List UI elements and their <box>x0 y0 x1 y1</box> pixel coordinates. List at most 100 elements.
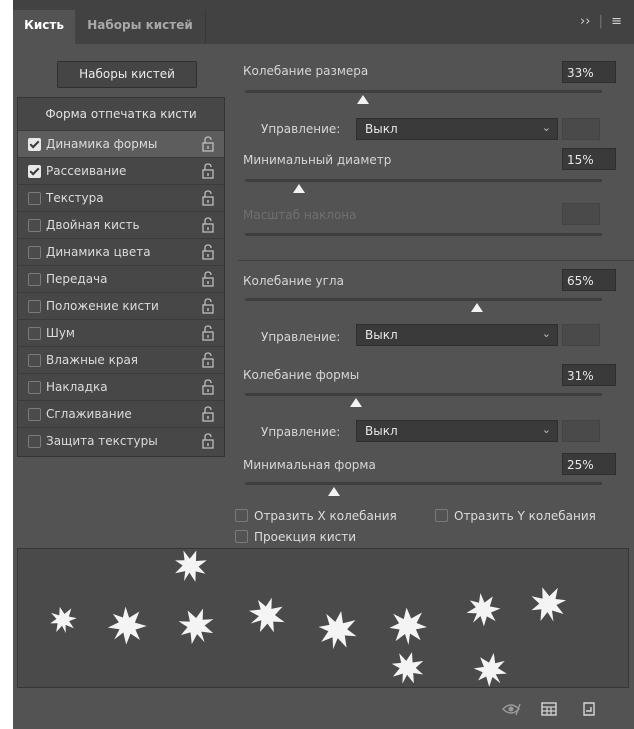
lock-icon[interactable] <box>202 244 214 260</box>
min-roundness-input[interactable]: 25% <box>562 453 616 475</box>
roundness-jitter-thumb[interactable] <box>349 398 362 407</box>
setting-checkbox[interactable] <box>28 165 41 178</box>
setting-checkbox[interactable] <box>28 354 41 367</box>
list-item-label: Накладка <box>46 380 108 394</box>
setting-checkbox[interactable] <box>28 192 41 205</box>
setting-checkbox[interactable] <box>28 300 41 313</box>
size-control-value: Выкл <box>365 122 398 136</box>
list-item[interactable]: Защита текстуры <box>18 427 224 455</box>
lock-icon[interactable] <box>202 406 214 422</box>
list-item[interactable]: Положение кисти <box>18 292 224 320</box>
leaf-stamp <box>46 603 80 637</box>
flip-y-checkbox[interactable] <box>435 509 448 522</box>
list-item[interactable]: Рассеивание <box>18 157 224 185</box>
leaf-stamp <box>100 599 154 653</box>
new-preset-icon[interactable] <box>581 702 597 716</box>
flip-y-label: Отразить Y колебания <box>454 509 596 523</box>
setting-checkbox[interactable] <box>28 273 41 286</box>
angle-jitter-slider[interactable] <box>245 298 602 301</box>
roundness-control-extra <box>562 420 600 442</box>
setting-checkbox[interactable] <box>28 219 41 232</box>
min-diameter-thumb[interactable] <box>292 184 305 193</box>
angle-control-select[interactable]: Выкл ⌄ <box>356 324 558 346</box>
angle-control-extra <box>562 324 600 346</box>
lock-icon[interactable] <box>202 325 214 341</box>
list-item[interactable]: Шум <box>18 319 224 347</box>
size-jitter-slider[interactable] <box>245 90 602 93</box>
menu-icon[interactable]: ≡ <box>611 14 622 29</box>
tilt-scale-label: Масштаб наклона <box>243 208 357 222</box>
list-item[interactable]: Двойная кисть <box>18 211 224 239</box>
tab-brush[interactable]: Кисть <box>13 10 75 44</box>
projection-option[interactable]: Проекция кисти <box>235 530 356 544</box>
panel-bottom-bar <box>13 690 634 729</box>
list-item-label: Динамика цвета <box>46 245 151 259</box>
projection-checkbox[interactable] <box>235 530 248 543</box>
collapse-icon[interactable]: ›› <box>580 14 590 29</box>
list-item[interactable]: Передача <box>18 265 224 293</box>
angle-jitter-label: Колебание угла <box>243 274 344 288</box>
angle-jitter-input[interactable]: 65% <box>562 269 616 291</box>
list-item[interactable]: Влажные края <box>18 346 224 374</box>
list-item[interactable]: Динамика формы <box>18 130 224 158</box>
roundness-jitter-slider[interactable] <box>245 393 602 396</box>
flip-x-option[interactable]: Отразить X колебания <box>235 509 397 523</box>
brush-stroke-preview <box>17 544 629 694</box>
tilt-scale-slider <box>245 233 602 236</box>
brush-presets-button[interactable]: Наборы кистей <box>57 61 197 88</box>
size-jitter-label: Колебание размера <box>243 64 369 78</box>
lock-icon[interactable] <box>202 136 214 152</box>
setting-checkbox[interactable] <box>28 246 41 259</box>
list-item-label: Рассеивание <box>46 164 127 178</box>
lock-icon[interactable] <box>202 352 214 368</box>
tab-brush-presets[interactable]: Наборы кистей <box>75 10 206 44</box>
min-diameter-slider[interactable] <box>245 179 602 182</box>
lock-icon[interactable] <box>202 298 214 314</box>
setting-checkbox[interactable] <box>28 435 41 448</box>
setting-checkbox[interactable] <box>28 138 41 151</box>
list-item-label: Защита текстуры <box>46 434 158 448</box>
brush-tip-shape-item[interactable]: Форма отпечатка кисти <box>18 98 224 130</box>
leaf-stamp <box>387 647 428 689</box>
roundness-control-label: Управление: <box>261 425 341 439</box>
list-item[interactable]: Динамика цвета <box>18 238 224 266</box>
list-item[interactable]: Сглаживание <box>18 400 224 428</box>
leaf-stamp <box>172 601 222 651</box>
lock-icon[interactable] <box>202 217 214 233</box>
grid-icon[interactable] <box>541 702 557 716</box>
lock-icon[interactable] <box>202 433 214 449</box>
chevron-down-icon: ⌄ <box>541 423 551 436</box>
list-item[interactable]: Накладка <box>18 373 224 401</box>
roundness-control-select[interactable]: Выкл ⌄ <box>356 420 558 442</box>
lock-icon[interactable] <box>202 163 214 179</box>
tilt-scale-input <box>562 203 600 225</box>
setting-checkbox[interactable] <box>28 408 41 421</box>
setting-checkbox[interactable] <box>28 381 41 394</box>
list-item-label: Передача <box>46 272 108 286</box>
min-diameter-input[interactable]: 15% <box>562 148 616 170</box>
min-roundness-thumb[interactable] <box>328 487 341 496</box>
size-jitter-input[interactable]: 33% <box>562 61 616 83</box>
separator: | <box>598 14 603 29</box>
brush-stroke-svg <box>46 544 572 694</box>
angle-jitter-thumb[interactable] <box>471 303 484 312</box>
roundness-jitter-input[interactable]: 31% <box>562 364 616 386</box>
min-roundness-label: Минимальная форма <box>243 458 376 472</box>
setting-checkbox[interactable] <box>28 327 41 340</box>
lock-icon[interactable] <box>202 190 214 206</box>
min-roundness-slider[interactable] <box>245 482 602 485</box>
list-item-label: Динамика формы <box>46 137 158 151</box>
flip-x-checkbox[interactable] <box>235 509 248 522</box>
projection-label: Проекция кисти <box>254 530 357 544</box>
lock-icon[interactable] <box>202 271 214 287</box>
visibility-icon[interactable] <box>501 702 521 716</box>
size-control-select[interactable]: Выкл ⌄ <box>356 118 558 140</box>
list-item[interactable]: Текстура <box>18 184 224 212</box>
size-jitter-thumb[interactable] <box>356 95 369 104</box>
lock-icon[interactable] <box>202 379 214 395</box>
flip-y-option[interactable]: Отразить Y колебания <box>435 509 596 523</box>
chevron-down-icon: ⌄ <box>541 327 551 340</box>
chevron-down-icon: ⌄ <box>541 121 551 134</box>
list-item-label: Двойная кисть <box>46 218 140 232</box>
roundness-control-value: Выкл <box>365 424 398 438</box>
